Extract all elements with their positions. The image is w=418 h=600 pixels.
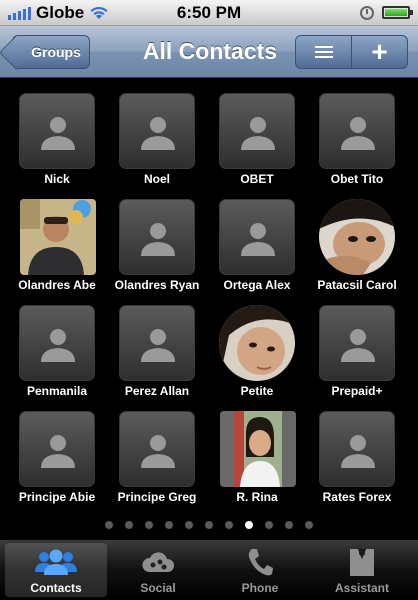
page-dot[interactable] [285,521,293,529]
page-dot[interactable] [145,521,153,529]
contact-placeholder-icon [19,305,95,381]
contact-placeholder-icon [119,93,195,169]
contact-name: Noel [143,172,170,186]
status-right [360,5,413,20]
page-dot[interactable] [265,521,273,529]
carrier-name: Globe [36,2,85,22]
contact-item[interactable]: Principe Abie [7,397,107,504]
contacts-icon [34,546,78,578]
wifi-icon [89,6,109,20]
page-dot-active[interactable] [245,521,253,529]
contact-item[interactable]: Prepaid+ [307,291,407,398]
assistant-icon [347,546,377,578]
contact-name: Nick [44,172,70,186]
add-contact-button[interactable]: + [351,36,407,68]
contact-item[interactable]: Rates Forex [307,397,407,504]
contact-name: Obet Tito [330,172,384,186]
status-left: Globe [8,3,109,23]
page-dot[interactable] [185,521,193,529]
groups-back-label: Groups [31,44,81,60]
page-dot[interactable] [305,521,313,529]
contact-photo [220,411,296,487]
contact-item[interactable]: R. Rina [207,397,307,504]
contact-placeholder-icon [219,199,295,275]
contact-name: Perez Allan [124,384,190,398]
contact-item[interactable]: OBET [207,79,307,186]
contact-name: R. Rina [236,490,278,504]
contact-placeholder-icon [319,93,395,169]
contact-placeholder-icon [119,199,195,275]
alarm-icon [360,5,374,20]
contact-photo [219,305,295,381]
tab-social[interactable]: Social [107,543,209,597]
page-dot[interactable] [205,521,213,529]
contact-item[interactable]: Petite [207,291,307,398]
contact-placeholder-icon [219,93,295,169]
navigation-bar: Groups All Contacts + [0,26,418,78]
contact-name: Petite [240,384,274,398]
tab-phone-label: Phone [241,581,279,595]
page-indicator[interactable] [0,521,418,529]
tab-social-label: Social [140,581,176,595]
contact-name: Olandres Ryan [114,278,200,292]
status-bar: Globe 6:50 PM [0,0,418,26]
nav-action-segment: + [295,35,408,69]
tab-phone[interactable]: Phone [209,543,311,597]
contact-name: Principe Abie [18,490,96,504]
contact-item[interactable]: Noel [107,79,207,186]
page-dot[interactable] [225,521,233,529]
contact-placeholder-icon [319,305,395,381]
page-dot[interactable] [165,521,173,529]
contact-name: Penmanila [26,384,88,398]
tab-assistant[interactable]: Assistant [311,543,413,597]
contact-photo [20,199,96,275]
contact-placeholder-icon [319,411,395,487]
contact-photo [319,199,395,275]
contact-item[interactable]: Ortega Alex [207,185,307,292]
contact-name: Olandres Abe [18,278,96,292]
list-view-button[interactable] [296,36,351,68]
groups-back-button[interactable]: Groups [12,35,90,69]
contact-placeholder-icon [19,93,95,169]
contact-name: Rates Forex [322,490,392,504]
plus-icon: + [371,36,388,67]
contact-item[interactable]: Perez Allan [107,291,207,398]
tab-bar: Contacts Social Phone Assistant [0,540,418,600]
contact-name: Ortega Alex [223,278,291,292]
contact-item[interactable]: Olandres Ryan [107,185,207,292]
contact-name: Patacsil Carol [317,278,397,292]
contact-placeholder-icon [119,305,195,381]
signal-strength-icon [8,6,31,20]
page-dot[interactable] [105,521,113,529]
battery-icon [382,6,413,19]
page-title: All Contacts [142,38,278,64]
tab-contacts[interactable]: Contacts [5,543,107,597]
contacts-grid: Nick Noel OBET Obet Tito Olandres Abe Olandre… [5,79,413,540]
tab-assistant-label: Assistant [334,581,390,595]
list-icon [314,46,333,58]
page-dot[interactable] [125,521,133,529]
contact-item[interactable]: Patacsil Carol [307,185,407,292]
contact-placeholder-icon [119,411,195,487]
contact-item[interactable]: Penmanila [7,291,107,398]
contact-name: Principe Greg [117,490,197,504]
contact-item[interactable]: Principe Greg [107,397,207,504]
contact-name: OBET [240,172,274,186]
contact-item[interactable]: Obet Tito [307,79,407,186]
contact-item[interactable]: Olandres Abe [7,185,107,292]
social-icon [141,546,175,578]
contact-placeholder-icon [19,411,95,487]
tab-contacts-label: Contacts [30,581,82,595]
contact-name: Prepaid+ [331,384,383,398]
phone-icon [246,546,274,578]
contact-item[interactable]: Nick [7,79,107,186]
